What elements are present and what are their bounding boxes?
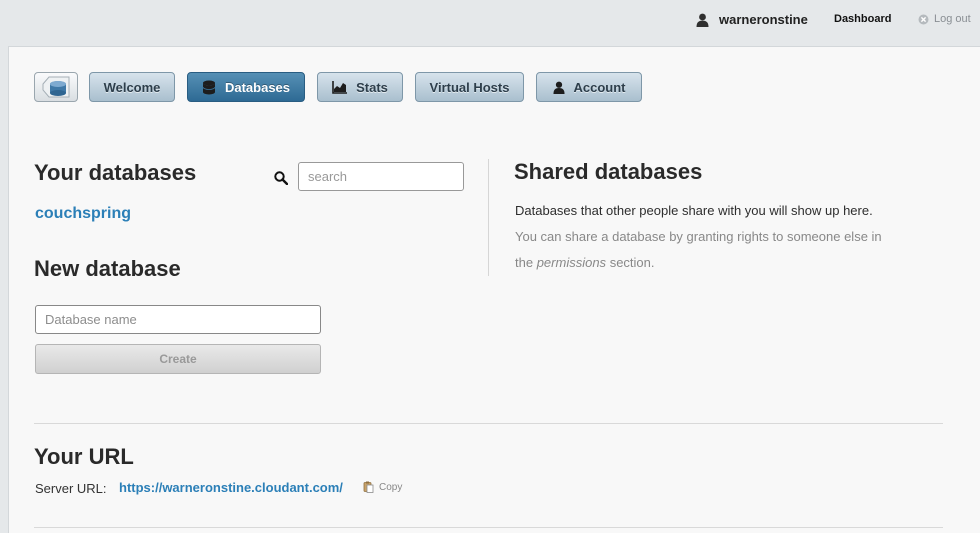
user-icon: [696, 13, 709, 27]
search-input[interactable]: [298, 162, 464, 191]
tab-virtual-hosts[interactable]: Virtual Hosts: [415, 72, 524, 102]
tab-account[interactable]: Account: [536, 72, 642, 102]
tab-welcome-label: Welcome: [103, 79, 161, 95]
shared-section-text: section.: [609, 255, 655, 270]
main-panel: Welcome Databases Stats Virtual Hosts Ac…: [8, 46, 980, 533]
top-bar: warneronstine Dashboard Log out: [0, 0, 980, 46]
cloudant-logo-icon: [42, 76, 70, 98]
tab-stats-label: Stats: [356, 79, 388, 95]
permissions-text: permissions: [536, 255, 607, 270]
database-icon: [202, 80, 216, 94]
search-icon[interactable]: [274, 171, 288, 185]
column-divider: [488, 159, 489, 276]
shared-databases-description: Databases that other people share with y…: [515, 198, 915, 276]
section-divider-bottom: [34, 527, 943, 528]
server-url-label: Server URL:: [35, 481, 107, 496]
current-user: warneronstine: [696, 12, 808, 27]
tab-virtual-hosts-label: Virtual Hosts: [429, 79, 510, 95]
shared-the-text: the: [515, 255, 534, 270]
copy-label: Copy: [379, 481, 403, 493]
logout-label: Log out: [934, 13, 971, 25]
server-url-link[interactable]: https://warneronstine.cloudant.com/: [119, 480, 343, 495]
tab-welcome[interactable]: Welcome: [89, 72, 175, 102]
your-url-heading: Your URL: [34, 444, 134, 469]
section-divider: [34, 423, 943, 424]
shared-description-line3: the permissions section.: [515, 250, 915, 276]
tab-account-label: Account: [573, 79, 626, 95]
tab-stats[interactable]: Stats: [317, 72, 403, 102]
database-link-couchspring[interactable]: couchspring: [35, 205, 131, 223]
close-circle-icon: [918, 14, 929, 24]
tab-databases-label: Databases: [224, 79, 291, 95]
copy-button[interactable]: Copy: [363, 481, 402, 493]
database-name-input[interactable]: [35, 305, 321, 334]
username: warneronstine: [719, 12, 808, 27]
your-databases-heading: Your databases: [34, 160, 197, 185]
clipboard-icon: [363, 481, 374, 493]
shared-description-line2: You can share a database by granting rig…: [515, 229, 882, 244]
shared-description-line1: Databases that other people share with y…: [515, 203, 873, 218]
tab-databases[interactable]: Databases: [187, 72, 305, 102]
new-database-heading: New database: [34, 256, 181, 281]
home-logo-button[interactable]: [34, 72, 78, 102]
create-button[interactable]: Create: [35, 344, 321, 374]
dashboard-link[interactable]: Dashboard: [834, 13, 891, 25]
chart-icon: [332, 80, 348, 94]
shared-databases-heading: Shared databases: [514, 159, 703, 184]
logout-link[interactable]: Log out: [918, 13, 971, 25]
user-icon: [552, 81, 565, 94]
